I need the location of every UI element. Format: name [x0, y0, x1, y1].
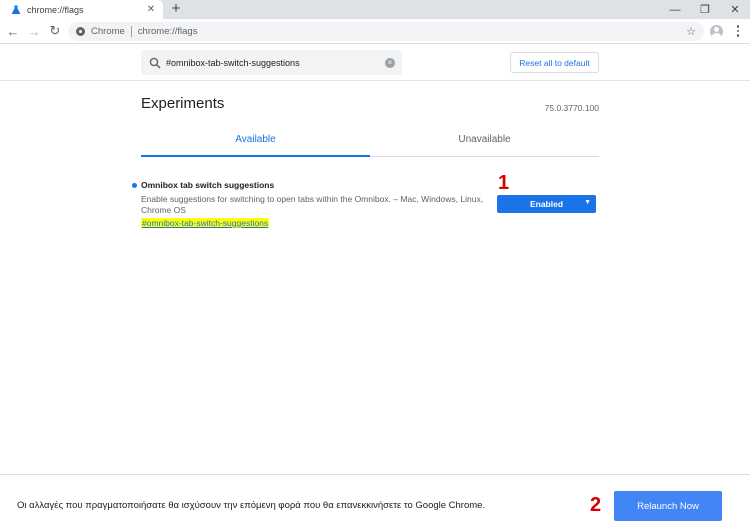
experiment-link[interactable]: #omnibox-tab-switch-suggestions: [141, 218, 270, 228]
tab-title: chrome://flags: [27, 4, 84, 15]
modified-dot-icon: [132, 183, 137, 188]
flags-search-input[interactable]: #omnibox-tab-switch-suggestions ×: [141, 50, 402, 75]
tab-strip: chrome://flags ✕ + — ❐ ✕: [0, 0, 750, 19]
restore-button[interactable]: ❐: [690, 0, 720, 19]
search-query[interactable]: #omnibox-tab-switch-suggestions: [166, 58, 385, 68]
reload-button[interactable]: ↻: [47, 23, 63, 39]
experiments-tabs: Available Unavailable: [141, 127, 599, 157]
window-close-button[interactable]: ✕: [720, 0, 750, 19]
relaunch-now-button[interactable]: Relaunch Now: [614, 491, 722, 521]
tab-close-icon[interactable]: ✕: [145, 4, 157, 16]
relaunch-message: Οι αλλαγές που πραγματοποιήσατε θα ισχύσ…: [17, 500, 486, 511]
dropdown-arrow-icon: ▼: [584, 199, 591, 206]
relaunch-bar: Οι αλλαγές που πραγματοποιήσατε θα ισχύσ…: [0, 474, 750, 531]
experiment-state-value: Enabled: [529, 199, 564, 209]
menu-dots-icon[interactable]: [733, 23, 743, 39]
browser-toolbar: ← → ↻ Chrome chrome://flags ☆: [0, 19, 750, 44]
tab-unavailable[interactable]: Unavailable: [370, 127, 599, 157]
annotation-marker-1: 1: [498, 172, 510, 194]
omnibox-separator: [130, 26, 132, 37]
version-label: 75.0.3770.100: [544, 103, 599, 113]
page-title: Experiments: [141, 95, 225, 112]
minimize-button[interactable]: —: [660, 0, 690, 19]
annotation-marker-2: 2: [590, 494, 602, 516]
profile-avatar-icon[interactable]: [710, 25, 723, 38]
clear-search-icon[interactable]: ×: [385, 57, 395, 68]
bookmark-star-icon[interactable]: ☆: [686, 25, 696, 38]
omnibox[interactable]: Chrome chrome://flags ☆: [68, 22, 704, 41]
new-tab-button[interactable]: +: [168, 1, 184, 17]
omnibox-url[interactable]: chrome://flags: [138, 26, 198, 37]
reset-all-button[interactable]: Reset all to default: [510, 52, 599, 73]
browser-tab[interactable]: chrome://flags ✕: [0, 0, 163, 19]
flask-icon: [11, 5, 21, 15]
experiment-state-select[interactable]: Enabled ▼: [497, 195, 596, 213]
experiment-description: Enable suggestions for switching to open…: [141, 194, 484, 215]
flags-header: #omnibox-tab-switch-suggestions × Reset …: [0, 45, 750, 81]
chrome-page-icon: [76, 27, 85, 36]
omnibox-chip: Chrome: [91, 26, 125, 37]
back-button[interactable]: ←: [5, 23, 21, 39]
forward-button[interactable]: →: [26, 23, 42, 39]
search-icon: [149, 57, 161, 69]
experiment-name: Omnibox tab switch suggestions: [141, 180, 275, 190]
tab-available[interactable]: Available: [141, 127, 370, 157]
